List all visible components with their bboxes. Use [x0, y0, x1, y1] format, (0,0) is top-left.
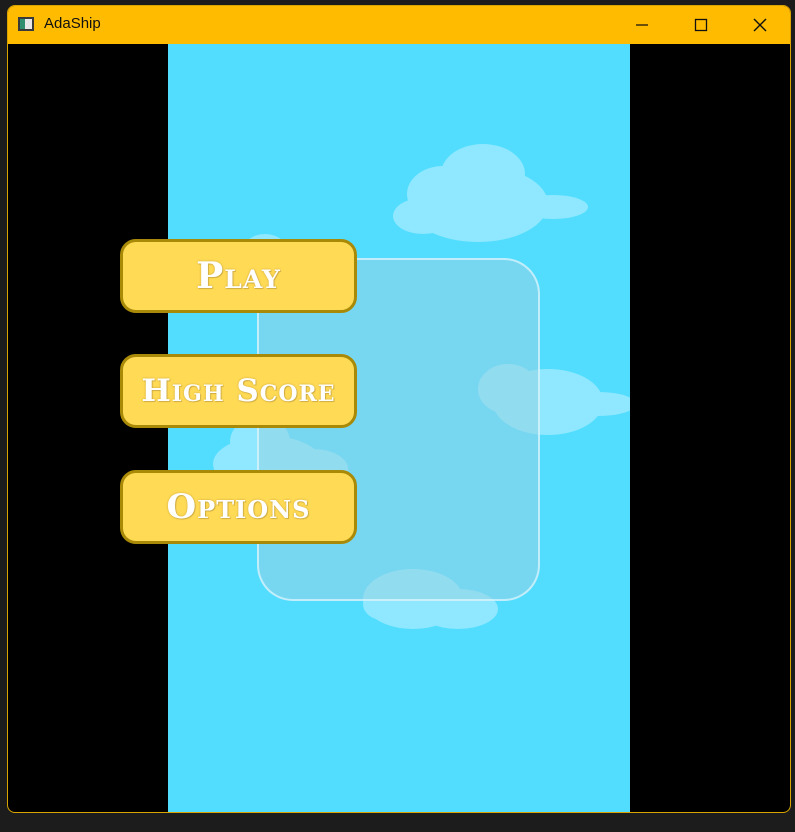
- high-score-button[interactable]: High Score: [120, 354, 357, 428]
- game-screen: [168, 44, 630, 812]
- window-title: AdaShip: [44, 15, 101, 32]
- close-button[interactable]: [737, 6, 783, 44]
- maximize-icon: [694, 18, 708, 32]
- title-bar[interactable]: AdaShip: [8, 6, 790, 44]
- app-window-icon: [18, 17, 34, 31]
- options-button[interactable]: Options: [120, 470, 357, 544]
- minimize-button[interactable]: [619, 6, 665, 44]
- app-window: AdaShip Play High Score Options: [7, 5, 791, 813]
- minimize-icon: [636, 24, 648, 26]
- maximize-button[interactable]: [678, 6, 724, 44]
- play-button[interactable]: Play: [120, 239, 357, 313]
- close-icon: [753, 18, 767, 32]
